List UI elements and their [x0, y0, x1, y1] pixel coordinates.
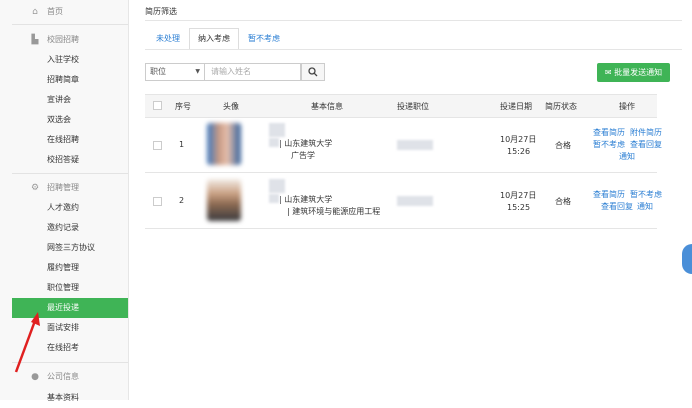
resume-status: 合格 — [555, 197, 571, 206]
annotation-arrow — [14, 312, 40, 373]
school-name: | 山东建筑大学 — [279, 139, 333, 148]
redacted — [269, 138, 279, 147]
delivery-date: 10月27日 — [500, 191, 537, 200]
search-button[interactable] — [301, 63, 325, 81]
delivery-time: 15:25 — [507, 203, 531, 212]
notify-link[interactable]: 通知 — [637, 201, 653, 212]
select-all-checkbox[interactable] — [153, 101, 162, 110]
tab-not-considered[interactable]: 暂不考虑 — [243, 28, 285, 50]
col-index: 序号 — [175, 102, 191, 111]
floating-scroll-handle[interactable] — [682, 244, 692, 274]
name-redacted — [269, 123, 285, 137]
avatar[interactable] — [207, 123, 241, 165]
table-row: 1 | 山东建筑大学 广告学 10月27日 15:26 合格 查看简历 附件简历… — [145, 117, 662, 173]
col-status: 简历状态 — [545, 102, 577, 111]
col-date: 投递日期 — [500, 102, 532, 111]
col-basic-info: 基本信息 — [311, 102, 343, 111]
title-divider — [145, 20, 682, 21]
redacted — [269, 194, 279, 203]
delivery-date: 10月27日 — [500, 135, 537, 144]
position-select[interactable]: 职位 ▼ — [145, 63, 205, 81]
bulk-notify-label: 批量发送通知 — [614, 68, 663, 77]
row-checkbox[interactable] — [153, 141, 162, 150]
delivery-time: 15:26 — [507, 147, 531, 156]
not-consider-link[interactable]: 暂不考虑 — [630, 189, 662, 200]
main-panel: 简历筛选 未处理 纳入考虑 暂不考虑 职位 ▼ 请输入姓名 ✉ 批量发送通知 序… — [129, 0, 692, 400]
chevron-down-icon: ▼ — [195, 68, 200, 75]
view-resume-link[interactable]: 查看简历 — [593, 127, 625, 138]
view-reply-link[interactable]: 查看回复 — [630, 139, 662, 150]
row-checkbox[interactable] — [153, 197, 162, 206]
col-avatar: 头像 — [223, 102, 239, 111]
tabs-divider — [145, 49, 682, 50]
tab-considered[interactable]: 纳入考虑 — [189, 28, 239, 50]
major-name: 广告学 — [291, 151, 315, 160]
view-reply-link[interactable]: 查看回复 — [601, 201, 633, 212]
not-consider-link[interactable]: 暂不考虑 — [593, 139, 625, 150]
resume-status: 合格 — [555, 141, 571, 150]
name-redacted — [269, 179, 285, 193]
col-actions: 操作 — [619, 102, 635, 111]
bulk-notify-button[interactable]: ✉ 批量发送通知 — [597, 63, 670, 82]
table-row: 2 | 山东建筑大学 | 建筑环境与能源应用工程 10月27日 15:25 合格… — [145, 173, 662, 229]
row-index: 2 — [179, 196, 185, 205]
name-search-input[interactable]: 请输入姓名 — [205, 63, 301, 81]
table-header: 序号 头像 基本信息 投递职位 投递日期 简历状态 操作 — [145, 94, 657, 118]
school-name: | 山东建筑大学 — [279, 195, 333, 204]
position-redacted — [397, 196, 433, 206]
view-resume-link[interactable]: 查看简历 — [593, 189, 625, 200]
mail-icon: ✉ — [604, 68, 612, 77]
position-select-value: 职位 — [150, 67, 166, 76]
attachment-resume-link[interactable]: 附件简历 — [630, 127, 662, 138]
position-redacted — [397, 140, 433, 150]
avatar[interactable] — [207, 179, 241, 221]
row-index: 1 — [179, 140, 185, 149]
tab-unprocessed[interactable]: 未处理 — [147, 28, 189, 50]
col-position: 投递职位 — [397, 102, 429, 111]
page-title: 简历筛选 — [145, 7, 177, 16]
major-name: | 建筑环境与能源应用工程 — [287, 207, 381, 216]
notify-link[interactable]: 通知 — [619, 151, 635, 162]
search-icon — [308, 67, 318, 77]
